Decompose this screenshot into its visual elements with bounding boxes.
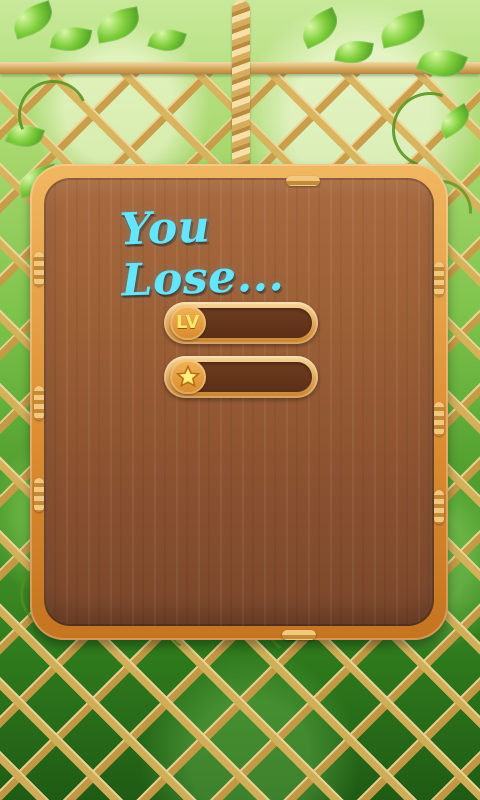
level-progress-bar: LV (164, 302, 318, 344)
frame-binding (34, 478, 44, 512)
frame-binding (282, 630, 316, 640)
lv-badge: LV (170, 306, 206, 340)
frame-binding (434, 490, 444, 524)
lv-label: LV (176, 312, 200, 333)
star-icon (175, 364, 201, 388)
frame-binding (34, 252, 44, 286)
stars-progress-bar (164, 356, 318, 398)
frame-binding (34, 386, 44, 420)
frame-binding (434, 262, 444, 296)
hanging-rope (232, 0, 250, 190)
frame-binding (286, 176, 320, 186)
frame-binding (434, 402, 444, 436)
stars-badge (170, 360, 206, 394)
you-lose-title: You Lose... (118, 201, 285, 307)
